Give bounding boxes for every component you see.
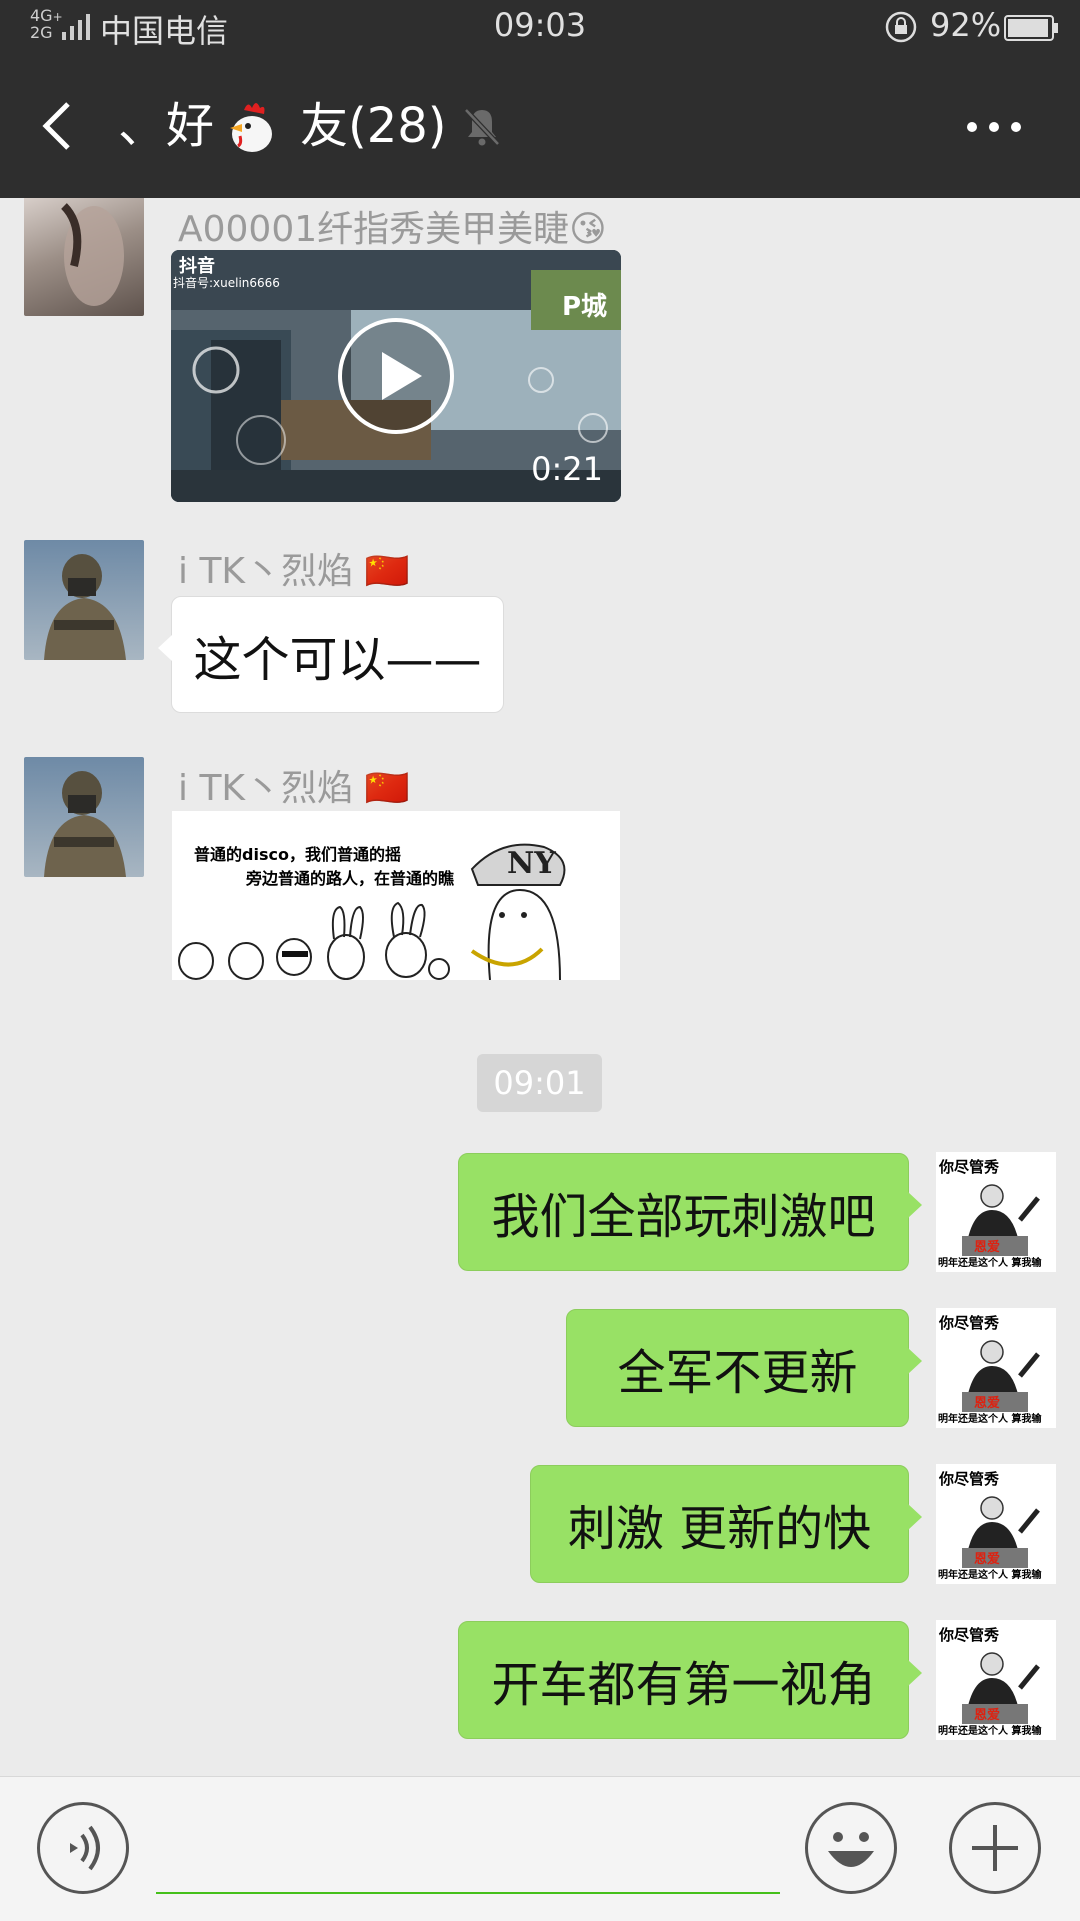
avatar-meme-red-text: 恩爱	[974, 1240, 1001, 1255]
battery-percent: 92%	[930, 6, 1002, 44]
outgoing-message-bubble[interactable]: 我们全部玩刺激吧	[458, 1153, 922, 1271]
avatar[interactable]	[24, 198, 144, 316]
avatar-meme-bottom-text: 明年还是这个人 算我输	[938, 1414, 1042, 1425]
message-text: 全军不更新	[617, 1345, 858, 1401]
avatar-meme-red-text: 恩爱	[974, 1552, 1001, 1567]
voice-button[interactable]	[37, 1802, 129, 1894]
my-avatar[interactable]: 你尽管秀 恩爱 明年还是这个人 算我输	[936, 1152, 1056, 1272]
chicken-emoji-icon	[230, 103, 272, 152]
voice-icon	[70, 1825, 100, 1871]
more-options-icon[interactable]	[966, 120, 1022, 134]
soldier-avatar-icon	[44, 554, 126, 660]
chat-title-prefix: 、好	[118, 98, 215, 154]
message-text: 这个可以——	[193, 631, 482, 688]
outgoing-message-bubble[interactable]: 开车都有第一视角	[458, 1621, 922, 1739]
emoji-button[interactable]	[805, 1802, 897, 1894]
avatar-meme-bottom-text: 明年还是这个人 算我输	[938, 1570, 1042, 1581]
input-bar	[0, 1776, 1080, 1921]
message-text: 刺激 更新的快	[567, 1501, 872, 1557]
soldier-avatar-icon	[44, 771, 126, 877]
avatar-meme-red-text: 恩爱	[974, 1396, 1001, 1411]
avatar-meme-red-text: 恩爱	[974, 1708, 1001, 1723]
outgoing-message-bubble[interactable]: 刺激 更新的快	[530, 1465, 922, 1583]
video-duration: 0:21	[531, 450, 603, 488]
message-input[interactable]	[156, 1892, 780, 1894]
svg-text:NY: NY	[507, 846, 556, 881]
my-avatar[interactable]: 你尽管秀 恩爱 明年还是这个人 算我输	[936, 1464, 1056, 1584]
message-list[interactable]: A00001纤指秀美甲美睫😘 抖音 抖音号:xuelin6666 P城 0:21	[0, 198, 1080, 1776]
plus-icon	[972, 1825, 1018, 1871]
emoji-icon	[828, 1832, 874, 1867]
sender-name: A00001纤指秀美甲美睫😘	[178, 209, 607, 250]
outgoing-message-bubble[interactable]: 全军不更新	[566, 1309, 922, 1427]
sticker-cartoon-icon: NY	[178, 843, 566, 980]
avatar-photo-icon	[61, 203, 124, 306]
video-location-label: P城	[561, 292, 607, 322]
rotation-lock-icon	[885, 11, 917, 43]
message-text: 我们全部玩刺激吧	[491, 1189, 876, 1245]
message-text: 开车都有第一视角	[491, 1657, 876, 1713]
avatar-meme-bottom-text: 明年还是这个人 算我输	[938, 1258, 1042, 1269]
avatar-meme-bottom-text: 明年还是这个人 算我输	[938, 1726, 1042, 1737]
chat-title-suffix: 友(28)	[300, 98, 447, 154]
my-avatar[interactable]: 你尽管秀 恩爱 明年还是这个人 算我输	[936, 1620, 1056, 1740]
mute-bell-icon	[464, 108, 500, 146]
play-icon[interactable]	[336, 316, 456, 436]
sticker-message[interactable]: 普通的disco，我们普通的摇 旁边普通的路人，在普通的瞧 NY	[172, 811, 620, 980]
status-bar: 4G+ 2G 中国电信 09:03 92%	[0, 0, 1080, 56]
video-message[interactable]: 抖音 抖音号:xuelin6666 P城 0:21	[171, 250, 621, 502]
back-arrow-icon[interactable]	[36, 96, 76, 156]
chat-header: 、好 友(28)	[0, 56, 1080, 198]
timestamp-badge: 09:01	[477, 1054, 602, 1112]
message-bubble[interactable]: 这个可以——	[158, 596, 504, 713]
avatar[interactable]	[24, 757, 144, 877]
plus-button[interactable]	[949, 1802, 1041, 1894]
avatar[interactable]	[24, 540, 144, 660]
battery-icon	[1004, 15, 1058, 41]
clock: 09:03	[493, 6, 587, 44]
my-avatar[interactable]: 你尽管秀 恩爱 明年还是这个人 算我输	[936, 1308, 1056, 1428]
sender-name: i TK丶烈焰 🇨🇳	[178, 768, 410, 809]
video-account-watermark: 抖音号:xuelin6666	[173, 276, 280, 290]
sender-name: i TK丶烈焰 🇨🇳	[178, 551, 410, 592]
